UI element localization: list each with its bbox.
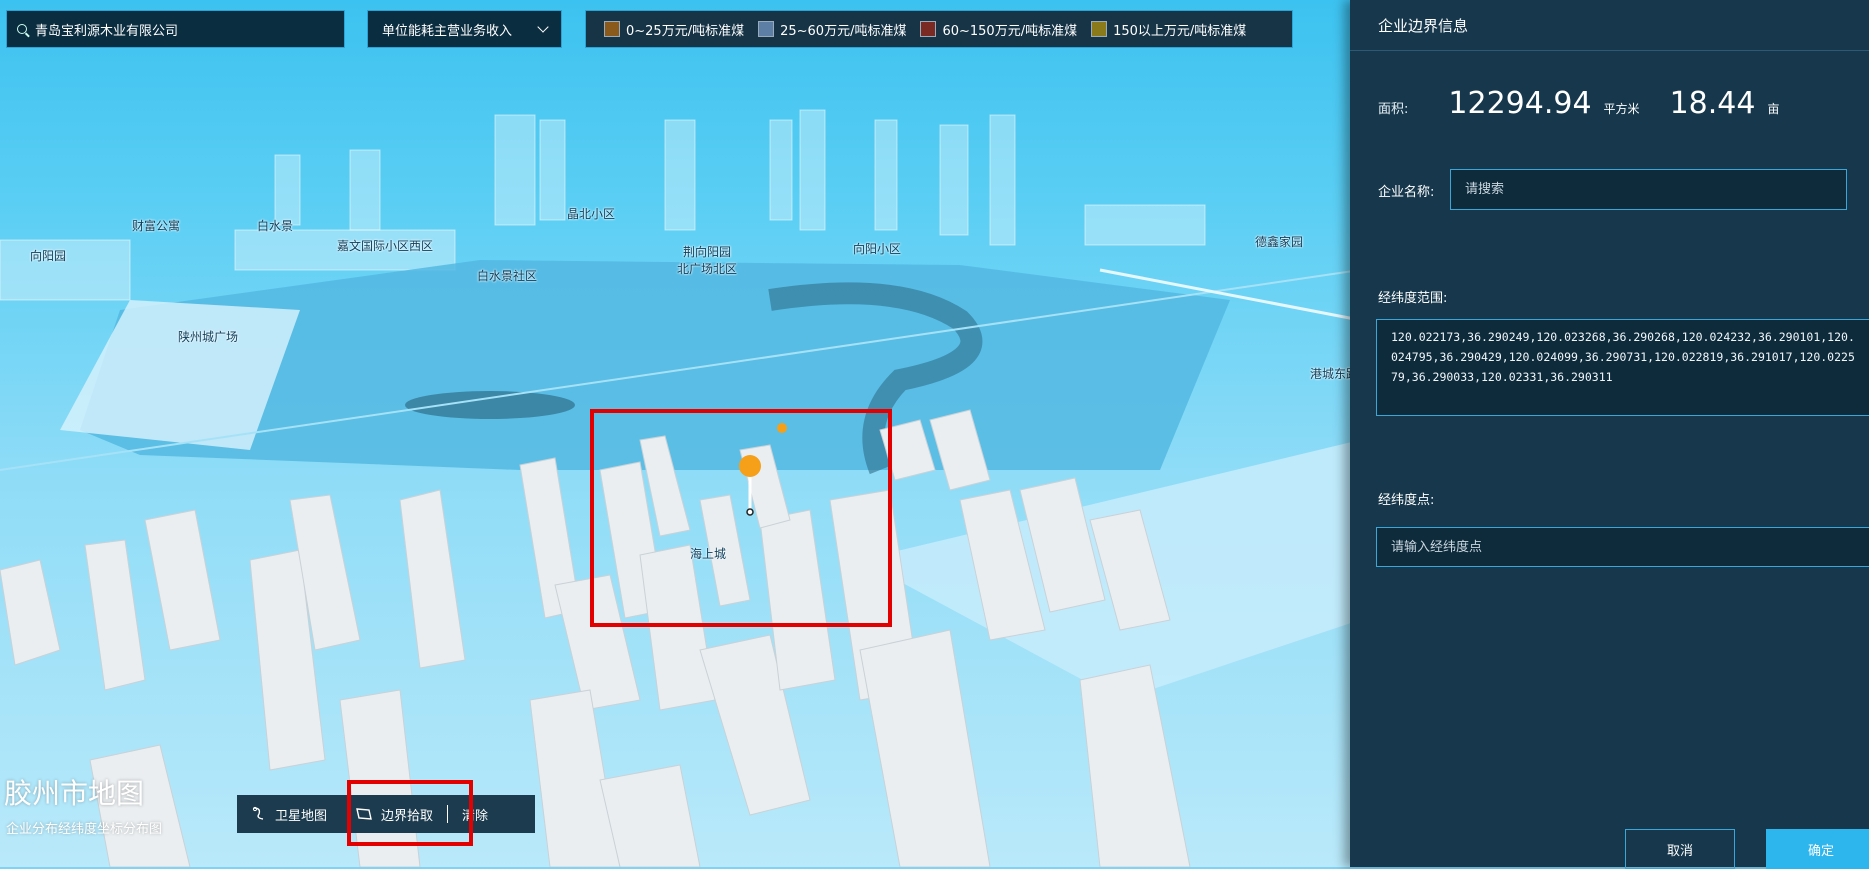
legend-swatch (604, 21, 620, 37)
dropdown-label: 单位能耗主营业务收入 (382, 23, 513, 39)
area-row: 面积: 12294.94 平方米 18.44 亩 (1378, 86, 1779, 121)
map-label: 向阳小区 (853, 242, 902, 256)
area-mu-value: 18.44 (1669, 86, 1756, 121)
selection-highlight-box (590, 409, 892, 627)
chevron-down-icon (537, 21, 549, 33)
legend-swatch (758, 21, 775, 37)
map-label: 德鑫家园 (1255, 235, 1304, 249)
search-icon (17, 24, 27, 34)
satellite-map-label: 卫星地图 (275, 808, 328, 824)
legend-label: 25~60万元/吨标准煤 (780, 23, 907, 39)
coordinate-range-label: 经纬度范围: (1378, 291, 1448, 306)
metric-dropdown[interactable]: 单位能耗主营业务收入 (367, 10, 562, 48)
search-box[interactable] (6, 10, 345, 48)
company-name-label: 企业名称: (1378, 185, 1435, 200)
area-mu-unit: 亩 (1767, 102, 1780, 116)
legend-item[interactable]: 150以上万元/吨标准煤 (1091, 20, 1246, 39)
boundary-info-panel: 企业边界信息 面积: 12294.94 平方米 18.44 亩 企业名称: 经纬… (1350, 0, 1869, 869)
legend-item[interactable]: 0~25万元/吨标准煤 (604, 20, 744, 39)
legend-item[interactable]: 25~60万元/吨标准煤 (758, 20, 906, 39)
satellite-icon (252, 806, 264, 820)
map-label: 荆向阳园 (683, 245, 732, 259)
legend-item[interactable]: 60~150万元/吨标准煤 (920, 20, 1077, 39)
area-label: 面积: (1378, 102, 1409, 117)
coordinate-point-label: 经纬度点: (1378, 493, 1435, 508)
search-input[interactable] (33, 20, 327, 38)
company-name-input[interactable] (1450, 169, 1847, 210)
map-label: 财富公寓 (132, 219, 181, 233)
legend-label: 60~150万元/吨标准煤 (942, 23, 1078, 39)
map-label: 白水景社区 (477, 269, 538, 283)
toolbar-highlight-box (347, 780, 473, 846)
map-label: 陕州城广场 (178, 330, 239, 344)
area-sqm-unit: 平方米 (1603, 102, 1640, 116)
map-label: 晶北小区 (567, 207, 616, 221)
map-label: 北广场北区 (677, 262, 738, 276)
legend-swatch (1091, 21, 1108, 37)
map-title: 胶州市地图 (4, 777, 145, 810)
panel-title: 企业边界信息 (1350, 0, 1869, 51)
legend-swatch (920, 21, 937, 37)
legend-label: 0~25万元/吨标准煤 (626, 23, 745, 39)
map-label: 嘉文国际小区西区 (337, 239, 434, 253)
legend: 0~25万元/吨标准煤 25~60万元/吨标准煤 60~150万元/吨标准煤 1… (585, 10, 1293, 48)
confirm-button[interactable]: 确定 (1766, 829, 1869, 869)
map-label: 白水景 (257, 219, 294, 233)
coordinate-range-textarea[interactable]: 120.022173,36.290249,120.023268,36.29026… (1376, 319, 1869, 416)
satellite-map-button[interactable]: 卫星地图 (237, 795, 341, 833)
legend-label: 150以上万元/吨标准煤 (1113, 23, 1247, 39)
area-sqm-value: 12294.94 (1448, 86, 1592, 121)
coordinate-point-input[interactable] (1376, 527, 1869, 567)
cancel-button[interactable]: 取消 (1625, 829, 1735, 869)
map-view[interactable]: 财富公寓 白水景 晶北小区 向阳园 嘉文国际小区西区 白水景社区 荆向阳园 北广… (0, 0, 1360, 867)
map-subtitle: 企业分布经纬度坐标分布图 (6, 822, 163, 837)
map-label: 向阳园 (30, 249, 67, 263)
